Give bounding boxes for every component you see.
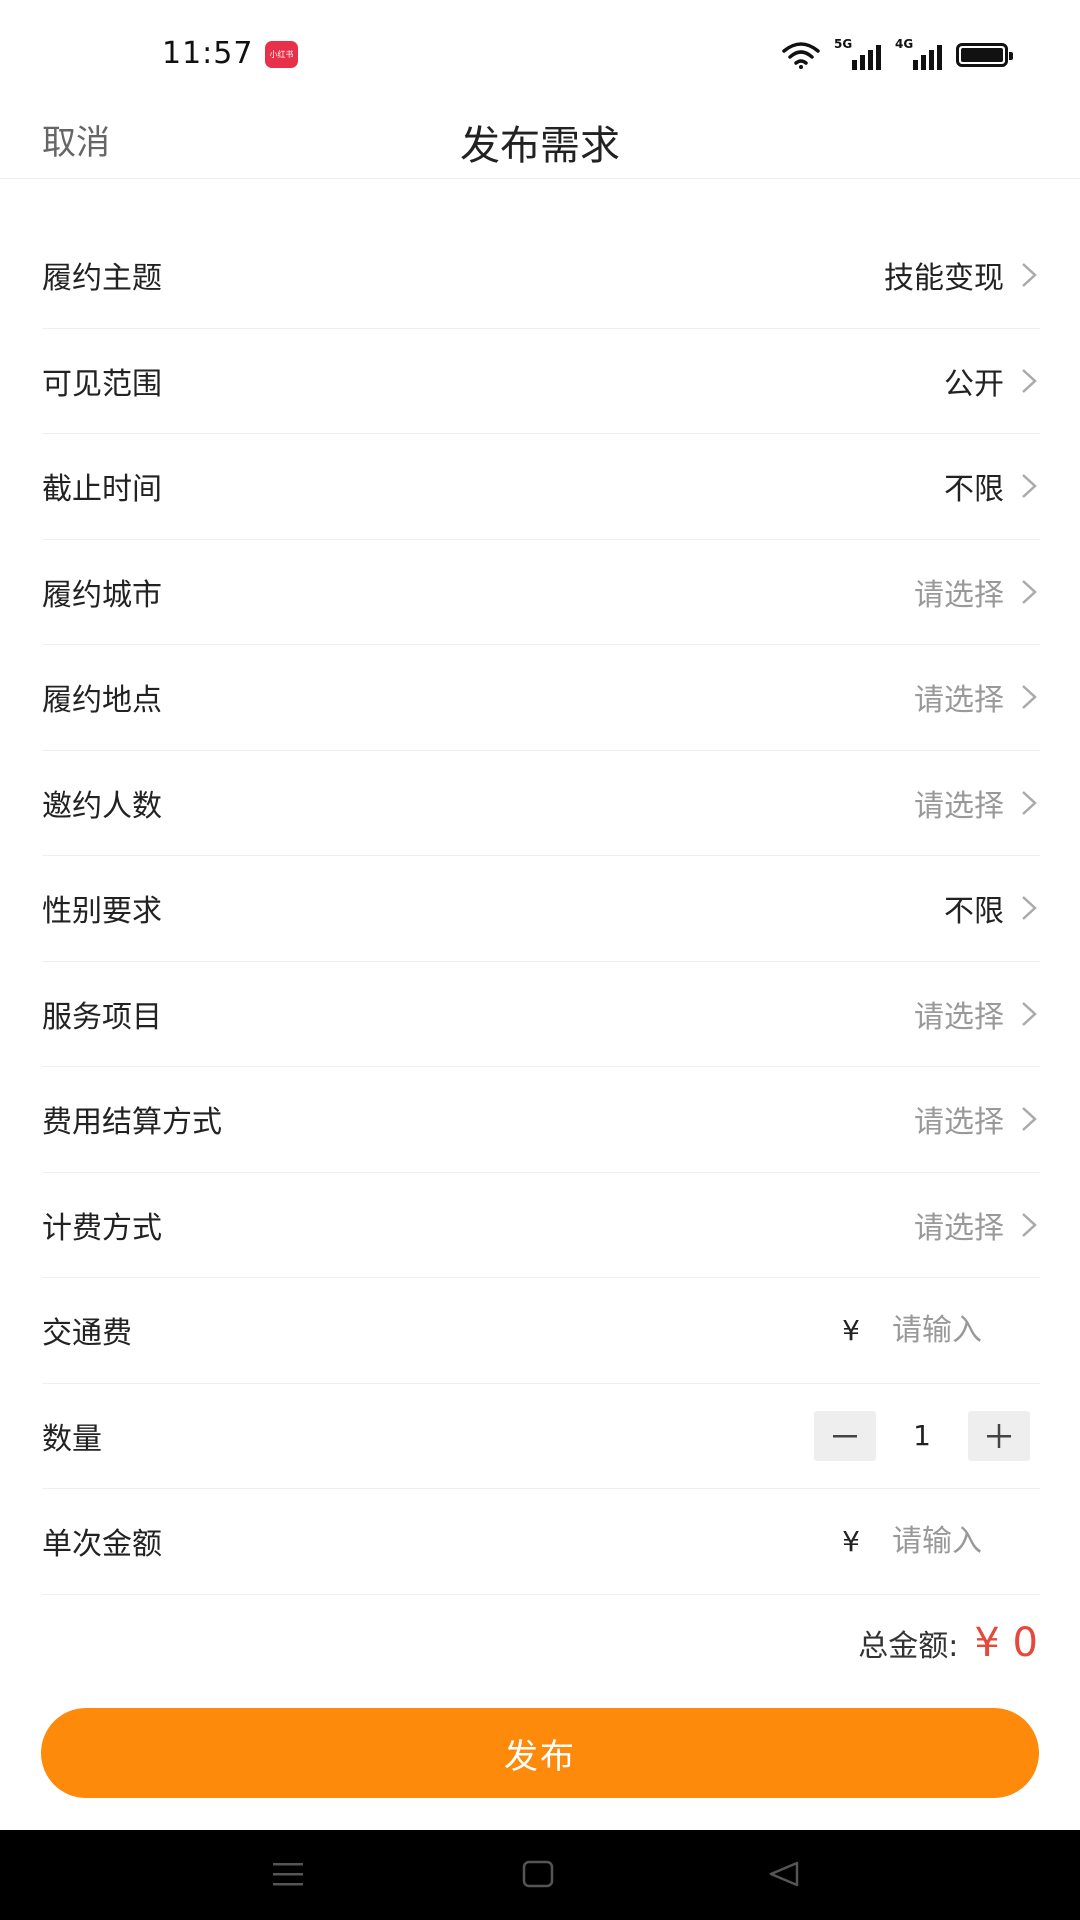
row-value: 请选择 (914, 1105, 1004, 1141)
home-button[interactable] (508, 1848, 568, 1900)
form-row-transport-fee: 交通费 ¥ (42, 1278, 1040, 1384)
system-nav-bar (0, 1830, 1080, 1920)
row-label: 交通费 (42, 1316, 132, 1352)
status-time: 11:57 (162, 36, 254, 71)
chevron-right-icon (1022, 896, 1037, 921)
unit-amount-input[interactable] (892, 1523, 1028, 1559)
currency-symbol: ¥ (842, 1524, 860, 1558)
row-label: 履约城市 (42, 577, 162, 613)
row-value: 请选择 (914, 577, 1004, 613)
row-value: 请选择 (914, 683, 1004, 719)
quantity-value: 1 (913, 1419, 931, 1453)
form-row-settlement[interactable]: 费用结算方式 请选择 (42, 1067, 1040, 1173)
chevron-right-icon (1022, 263, 1037, 288)
total-label: 总金额: (858, 1629, 959, 1664)
row-label: 性别要求 (42, 894, 162, 930)
home-icon (522, 1860, 554, 1888)
row-label: 数量 (42, 1421, 102, 1457)
chevron-right-icon (1022, 1212, 1037, 1237)
signal-5g-icon: 5G (834, 37, 881, 70)
app-notification-icon: 小红书 (265, 41, 298, 68)
nav-bar: 取消 发布需求 (0, 105, 1080, 179)
row-label: 截止时间 (42, 472, 162, 508)
form-row-service[interactable]: 服务项目 请选择 (42, 962, 1040, 1067)
row-value: 请选择 (914, 999, 1004, 1035)
wifi-icon (782, 42, 820, 69)
chevron-right-icon (1022, 790, 1037, 815)
row-label: 服务项目 (42, 999, 162, 1035)
back-icon (769, 1861, 799, 1887)
form-row-theme[interactable]: 履约主题 技能变现 (42, 223, 1040, 329)
form-row-city[interactable]: 履约城市 请选择 (42, 540, 1040, 645)
plus-icon (987, 1423, 1011, 1448)
form-row-unit-amount: 单次金额 ¥ (42, 1489, 1040, 1595)
publish-button[interactable]: 发布 (41, 1708, 1039, 1798)
chevron-right-icon (1022, 685, 1037, 710)
decrement-button[interactable] (814, 1410, 876, 1461)
row-label: 可见范围 (42, 366, 162, 402)
row-label: 单次金额 (42, 1527, 162, 1563)
increment-button[interactable] (968, 1410, 1030, 1461)
chevron-right-icon (1022, 579, 1037, 604)
row-value: 公开 (944, 366, 1004, 402)
minus-icon (833, 1434, 857, 1438)
chevron-right-icon (1022, 474, 1037, 499)
form-row-location[interactable]: 履约地点 请选择 (42, 645, 1040, 751)
row-value: 请选择 (914, 788, 1004, 824)
status-bar: 11:57 小红书 5G 4G (0, 0, 1080, 105)
form-row-deadline[interactable]: 截止时间 不限 (42, 434, 1040, 540)
menu-icon (273, 1863, 303, 1886)
total-amount: 总金额: ¥ 0 (858, 1620, 1038, 1666)
row-label: 邀约人数 (42, 788, 162, 824)
back-button[interactable] (754, 1848, 814, 1900)
row-value: 不限 (944, 472, 1004, 508)
total-value: ¥ 0 (974, 1620, 1038, 1666)
battery-icon (956, 43, 1013, 67)
transport-fee-input[interactable] (892, 1312, 1028, 1348)
form-row-visibility[interactable]: 可见范围 公开 (42, 329, 1040, 434)
form-row-billing[interactable]: 计费方式 请选择 (42, 1173, 1040, 1278)
chevron-right-icon (1022, 368, 1037, 393)
network-5g-label: 5G (834, 37, 853, 51)
currency-symbol: ¥ (842, 1313, 860, 1347)
row-label: 计费方式 (42, 1210, 162, 1246)
chevron-right-icon (1022, 1107, 1037, 1132)
row-label: 费用结算方式 (42, 1105, 222, 1141)
form-row-quantity: 数量 1 (42, 1384, 1040, 1489)
form-list: 履约主题 技能变现 可见范围 公开 截止时间 不限 履约城市 请选择 履约地点 … (42, 223, 1040, 1595)
row-value: 技能变现 (884, 261, 1004, 297)
row-label: 履约地点 (42, 683, 162, 719)
chevron-right-icon (1022, 1001, 1037, 1026)
page-title: 发布需求 (460, 123, 620, 169)
row-value: 不限 (944, 894, 1004, 930)
status-icons: 5G 4G (782, 37, 1013, 72)
form-row-gender[interactable]: 性别要求 不限 (42, 856, 1040, 962)
form-row-invite-count[interactable]: 邀约人数 请选择 (42, 751, 1040, 856)
row-value: 请选择 (914, 1210, 1004, 1246)
screen: 11:57 小红书 5G 4G 取消 发布需求 履约主题 技能变现 可见范围 公… (0, 0, 1080, 1920)
signal-4g-icon: 4G (895, 37, 942, 70)
network-4g-label: 4G (895, 37, 914, 51)
menu-button[interactable] (258, 1848, 318, 1900)
quantity-stepper: 1 (814, 1410, 1030, 1461)
row-label: 履约主题 (42, 261, 162, 297)
